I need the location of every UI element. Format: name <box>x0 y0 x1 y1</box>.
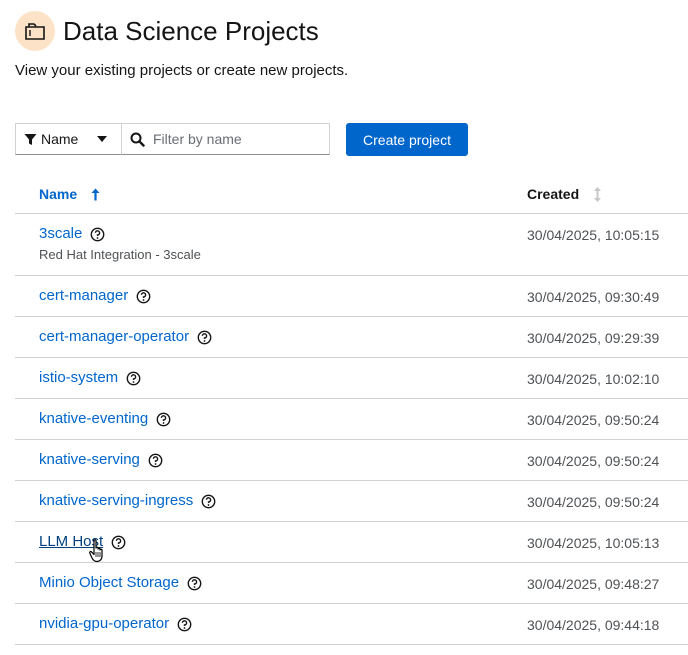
create-project-button[interactable]: Create project <box>346 123 468 156</box>
table-row: cert-manager 30/04/2025, 09:30:49 <box>15 276 688 317</box>
created-timestamp: 30/04/2025, 09:50:24 <box>527 494 660 510</box>
table-row: cert-manager-operator 30/04/2025, 09:29:… <box>15 317 688 358</box>
project-link[interactable]: Minio Object Storage <box>39 573 179 593</box>
help-icon[interactable] <box>90 227 105 242</box>
help-icon[interactable] <box>136 289 151 304</box>
table-row: knative-eventing 30/04/2025, 09:50:24 <box>15 399 688 440</box>
page-description: View your existing projects or create ne… <box>15 62 349 79</box>
filter-attribute-select[interactable]: Name <box>15 123 122 155</box>
project-link[interactable]: 3scale <box>39 224 82 244</box>
table-row: LLM Host 30/04/2025, 10:05:13 <box>15 522 688 563</box>
toolbar: Name <box>15 123 330 155</box>
project-link[interactable]: cert-manager-operator <box>39 327 189 347</box>
help-icon[interactable] <box>126 371 141 386</box>
column-header-created[interactable]: Created <box>527 186 602 202</box>
filter-icon <box>24 133 37 146</box>
project-link[interactable]: nvidia-gpu-operator <box>39 614 169 634</box>
created-timestamp: 30/04/2025, 09:50:24 <box>527 412 660 428</box>
project-link[interactable]: knative-serving-ingress <box>39 491 193 511</box>
created-timestamp: 30/04/2025, 10:02:10 <box>527 371 660 387</box>
search-box <box>122 123 330 155</box>
column-header-name[interactable]: Name <box>39 186 100 202</box>
project-link[interactable]: LLM Host <box>39 532 103 552</box>
help-icon[interactable] <box>156 412 171 427</box>
search-input[interactable] <box>153 131 329 147</box>
created-timestamp: 30/04/2025, 09:44:18 <box>527 617 660 633</box>
table-row: nvidia-gpu-operator 30/04/2025, 09:44:18 <box>15 604 688 645</box>
project-description: Red Hat Integration - 3scale <box>39 247 201 262</box>
sort-both-icon <box>593 186 602 202</box>
created-timestamp: 30/04/2025, 10:05:15 <box>527 227 660 243</box>
project-link[interactable]: knative-eventing <box>39 409 148 429</box>
help-icon[interactable] <box>197 330 212 345</box>
filter-attribute-label: Name <box>41 131 79 147</box>
created-timestamp: 30/04/2025, 10:05:13 <box>527 535 660 551</box>
folder-icon <box>15 11 55 51</box>
help-icon[interactable] <box>148 453 163 468</box>
table-header: Name Created <box>15 174 688 214</box>
created-timestamp: 30/04/2025, 09:30:49 <box>527 289 660 305</box>
table-row: knative-serving-ingress 30/04/2025, 09:5… <box>15 481 688 522</box>
help-icon[interactable] <box>187 576 202 591</box>
help-icon[interactable] <box>111 535 126 550</box>
column-header-name-label: Name <box>39 186 78 202</box>
help-icon[interactable] <box>201 494 216 509</box>
table-row: knative-serving 30/04/2025, 09:50:24 <box>15 440 688 481</box>
project-link[interactable]: istio-system <box>39 368 118 388</box>
project-link[interactable]: knative-serving <box>39 450 140 470</box>
table-row: Minio Object Storage 30/04/2025, 09:48:2… <box>15 563 688 604</box>
search-icon <box>130 132 145 147</box>
project-link[interactable]: cert-manager <box>39 286 128 306</box>
table-row: istio-system 30/04/2025, 10:02:10 <box>15 358 688 399</box>
table-row: 3scale Red Hat Integration - 3scale 30/0… <box>15 214 688 276</box>
help-icon[interactable] <box>177 617 192 632</box>
projects-table: Name Created 3scale Red Hat Integration … <box>15 174 688 645</box>
created-timestamp: 30/04/2025, 09:50:24 <box>527 453 660 469</box>
caret-down-icon <box>97 136 107 142</box>
column-header-created-label: Created <box>527 186 580 202</box>
page-title: Data Science Projects <box>63 16 319 46</box>
created-timestamp: 30/04/2025, 09:29:39 <box>527 330 660 346</box>
created-timestamp: 30/04/2025, 09:48:27 <box>527 576 660 592</box>
sort-ascending-icon <box>91 188 100 201</box>
